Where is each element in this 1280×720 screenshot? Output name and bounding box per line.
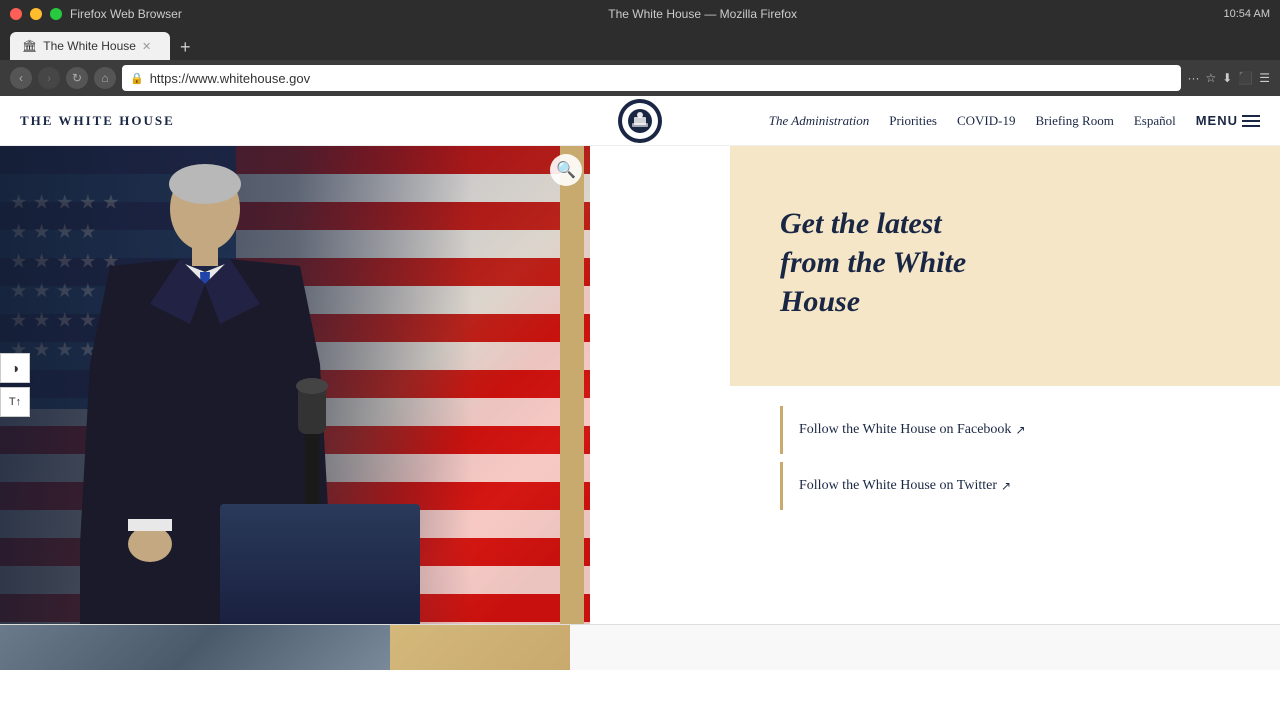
wh-seal <box>618 99 662 143</box>
new-tab-button[interactable]: + <box>174 37 197 58</box>
twitter-arrow-icon: ↗ <box>1001 479 1011 493</box>
search-icon: 🔍 <box>556 160 576 180</box>
search-button[interactable]: 🔍 <box>550 154 582 186</box>
bottom-thumb-right[interactable] <box>390 625 570 670</box>
browser-action-buttons: ··· ☆ ⬇ ⬛ ☰ <box>1187 71 1270 85</box>
nav-link-priorities[interactable]: Priorities <box>889 113 937 129</box>
accessibility-sidebar: ◑ T↑ <box>0 353 30 417</box>
section-divider <box>560 146 584 624</box>
tab-title: The White House <box>43 39 136 53</box>
bottom-strip <box>0 624 1280 670</box>
wh-seal-svg <box>626 107 654 135</box>
social-links-panel: Follow the White House on Facebook ↗ Fol… <box>730 386 1280 538</box>
hero-section: ★ ★ ★ ★ ★ ★ ★ ★ ★ ★ ★ ★ ★ ★ ★ ★ ★ ★ ★ ★ … <box>0 146 1280 624</box>
microphone-head <box>296 378 328 394</box>
back-button[interactable]: ‹ <box>10 67 32 89</box>
wh-seal-container[interactable] <box>618 99 662 143</box>
facebook-link[interactable]: Follow the White House on Facebook ↗ <box>780 406 1230 454</box>
hamburger-menu-icon[interactable]: ☰ <box>1259 71 1270 85</box>
os-titlebar: Firefox Web Browser The White House — Mo… <box>0 0 1280 28</box>
site-logo[interactable]: THE WHITE HOUSE <box>20 113 175 129</box>
text-size-button[interactable]: T↑ <box>0 387 30 417</box>
window-title: The White House — Mozilla Firefox <box>608 7 797 21</box>
menu-line-2 <box>1242 120 1260 122</box>
url-text: https://www.whitehouse.gov <box>150 71 1174 86</box>
traffic-light-green[interactable] <box>50 8 62 20</box>
browser-tab-whitehouse[interactable]: 🏛 The White House ✕ <box>10 32 170 60</box>
twitter-link[interactable]: Follow the White House on Twitter ↗ <box>780 462 1230 510</box>
wh-seal-inner <box>622 103 658 139</box>
podium <box>220 504 420 624</box>
bottom-thumb-left[interactable] <box>0 625 390 670</box>
titlebar-left: Firefox Web Browser <box>10 7 182 21</box>
info-title-text: Get the latestfrom the WhiteHouse <box>780 207 966 318</box>
site-nav: THE WHITE HOUSE The Administration Prior… <box>0 96 1280 146</box>
nav-link-espanol[interactable]: Español <box>1134 113 1176 129</box>
tab-favicon: 🏛 <box>22 39 37 53</box>
website-content: THE WHITE HOUSE The Administration Prior… <box>0 96 1280 720</box>
tab-close-button[interactable]: ✕ <box>142 40 151 53</box>
nav-links: The Administration Priorities COVID-19 B… <box>769 113 1260 129</box>
hero-image: ★ ★ ★ ★ ★ ★ ★ ★ ★ ★ ★ ★ ★ ★ ★ ★ ★ ★ ★ ★ … <box>0 146 590 624</box>
twitter-link-text: Follow the White House on Twitter <box>799 478 997 494</box>
nav-menu-button[interactable]: MENU <box>1196 113 1260 128</box>
nav-link-administration[interactable]: The Administration <box>769 113 870 129</box>
facebook-link-text: Follow the White House on Facebook <box>799 422 1011 438</box>
bookmark-icon[interactable]: ☆ <box>1205 71 1216 85</box>
traffic-light-red[interactable] <box>10 8 22 20</box>
contrast-toggle-button[interactable]: ◑ <box>0 353 30 383</box>
system-time: 10:54 AM <box>1224 8 1270 20</box>
traffic-light-yellow[interactable] <box>30 8 42 20</box>
overflow-menu-icon[interactable]: ··· <box>1187 71 1199 85</box>
info-panel: Get the latestfrom the WhiteHouse <box>730 146 1280 386</box>
reload-button[interactable]: ↻ <box>66 67 88 89</box>
info-content: Get the latestfrom the WhiteHouse <box>780 204 1230 329</box>
menu-line-1 <box>1242 115 1260 117</box>
menu-label: MENU <box>1196 113 1238 128</box>
titlebar-right: 10:54 AM <box>1224 8 1270 20</box>
tab-bar: 🏛 The White House ✕ + <box>0 28 1280 60</box>
browser-toolbar: ‹ › ↻ ⌂ 🔒 https://www.whitehouse.gov ···… <box>0 60 1280 96</box>
nav-link-covid[interactable]: COVID-19 <box>957 113 1016 129</box>
menu-line-3 <box>1242 125 1260 127</box>
info-title: Get the latestfrom the WhiteHouse <box>780 204 1230 321</box>
facebook-arrow-icon: ↗ <box>1015 423 1025 437</box>
forward-button[interactable]: › <box>38 67 60 89</box>
menu-icon <box>1242 115 1260 127</box>
lock-icon: 🔒 <box>130 72 144 85</box>
address-bar[interactable]: 🔒 https://www.whitehouse.gov <box>122 65 1181 91</box>
nav-link-briefing[interactable]: Briefing Room <box>1035 113 1113 129</box>
downloads-icon[interactable]: ⬇ <box>1222 71 1232 85</box>
extensions-icon[interactable]: ⬛ <box>1238 71 1253 85</box>
home-button[interactable]: ⌂ <box>94 67 116 89</box>
app-name: Firefox Web Browser <box>70 7 182 21</box>
